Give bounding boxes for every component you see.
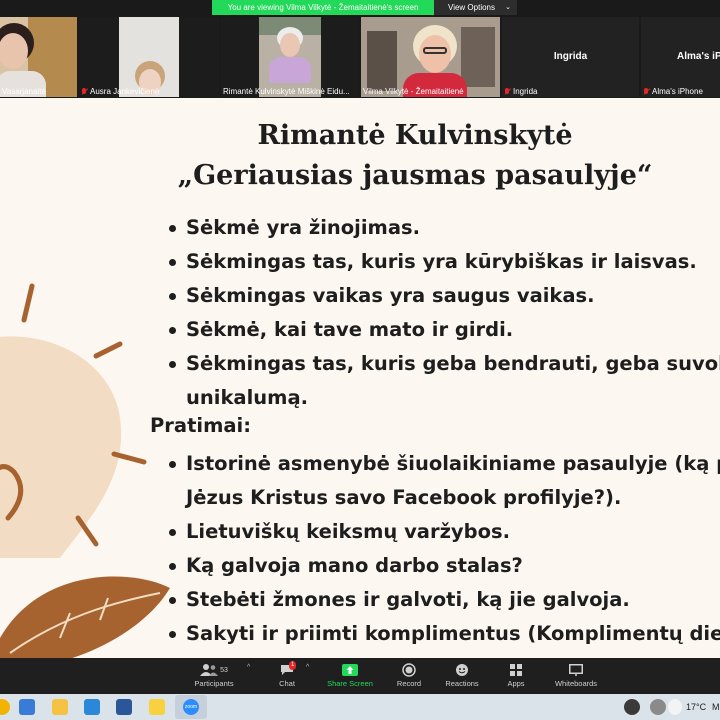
list-item: Sėkmingas tas, kuris yra kūrybiškas ir l… (168, 245, 720, 279)
mic-muted-icon (643, 87, 649, 96)
chat-unread-badge: 1 (289, 661, 297, 670)
view-options-button[interactable]: View Options ⌄ (434, 0, 517, 15)
list-item: Sakyti ir priimti komplimentus (Komplime… (168, 617, 720, 651)
participant-tile-no-video[interactable]: Alma's iPhone Alma's iPhone (641, 17, 720, 97)
whiteboards-label: Whiteboards (554, 679, 598, 688)
participants-button[interactable]: 53 Participants (182, 661, 246, 688)
chevron-down-icon: ⌄ (505, 4, 511, 11)
slide-title-line2: „Geriausias jausmas pasaulyje“ (177, 160, 653, 191)
chat-caret-icon[interactable]: ^ (306, 664, 309, 671)
participant-name-label: Ingrida (504, 87, 537, 96)
background-clothes-rack (367, 31, 397, 91)
section-heading: Pratimai: (150, 414, 252, 437)
apps-icon (484, 661, 548, 679)
share-screen-button[interactable]: Share Screen (318, 661, 382, 688)
share-screen-label: Share Screen (327, 679, 373, 688)
slide-title-line1: Rimantė Kulvinskytė (257, 120, 573, 151)
participant-tile-no-video[interactable]: Ingrida Ingrida (502, 17, 639, 97)
participant-name-center: Ingrida (553, 51, 588, 62)
participant-shirt (269, 57, 311, 83)
list-item: Sėkmė, kai tave mato ir girdi. (168, 313, 720, 347)
participant-face (419, 35, 451, 73)
participant-tile-active-speaker[interactable]: Vilma Vilkytė - Žemaitaitienė (361, 17, 500, 97)
chat-label: Chat (279, 679, 295, 688)
list-item: Sėkmingas tas, kuris geba bendrauti, geb… (168, 347, 720, 381)
view-options-label: View Options (448, 3, 495, 12)
chat-icon (255, 661, 319, 679)
mail-icon[interactable] (84, 699, 100, 715)
screen-share-banner: You are viewing Vilma Vilkytė - Žemaitai… (212, 0, 517, 15)
weather-icon (668, 699, 682, 715)
apps-label: Apps (507, 679, 525, 688)
list-item: Stebėti žmones ir galvoti, ką jie galvoj… (168, 583, 720, 617)
store-icon[interactable] (19, 699, 35, 715)
participant-name-center: Alma's iPhone (677, 51, 720, 62)
weather-suffix: M (712, 702, 720, 712)
file-explorer-icon[interactable] (52, 699, 68, 715)
leaf-shape (0, 576, 170, 658)
share-screen-icon (318, 661, 382, 679)
light-ray (93, 341, 123, 359)
windows-taskbar: zoom 17°C M (0, 694, 720, 720)
participants-caret-icon[interactable]: ^ (247, 664, 250, 671)
glasses (423, 47, 447, 54)
apps-button[interactable]: Apps (484, 661, 548, 688)
taskbar-app-icon[interactable] (0, 699, 10, 715)
word-icon[interactable] (116, 699, 132, 715)
background-clothes-rack (461, 27, 495, 87)
sticky-notes-icon[interactable] (149, 699, 165, 715)
light-ray (21, 283, 35, 323)
participant-face (280, 33, 300, 57)
lightbulb-shape (0, 336, 122, 558)
bullet-list-bottom: Istorinė asmenybė šiuolaikiniame pasauly… (168, 447, 720, 651)
participant-video-strip: Vasarjanaitė Ausra Jankevičienė Rimantė … (0, 15, 720, 98)
list-item-continuation: unikalumą. (186, 386, 309, 409)
help-icon[interactable] (624, 699, 640, 715)
weather-temperature[interactable]: 17°C (686, 694, 706, 720)
participant-tile[interactable]: Vasarjanaitė (0, 17, 77, 97)
participant-name-label: Vilma Vilkytė - Žemaitaitienė (363, 87, 464, 96)
list-item: Istorinė asmenybė šiuolaikiniame pasauly… (168, 447, 720, 481)
participants-icon: 53 (182, 661, 246, 679)
list-item: Sėkmingas vaikas yra saugus vaikas. (168, 279, 720, 313)
participants-label: Participants (194, 679, 234, 688)
participants-count: 53 (220, 666, 228, 674)
share-banner-message: You are viewing Vilma Vilkytė - Žemaitai… (212, 0, 434, 15)
participant-name-label: Rimantė Kulvinskytė Miškinė Eidu... (223, 87, 350, 96)
list-item: Sėkmė yra žinojimas. (168, 211, 720, 245)
list-item: Lietuviškų keiksmų varžybos. (168, 515, 720, 549)
whiteboard-icon (544, 661, 608, 679)
zoom-icon[interactable]: zoom (183, 699, 199, 715)
list-item: Ką galvoja mano darbo stalas? (168, 549, 720, 583)
shared-presentation-slide: Rimantė Kulvinskytė „Geriausias jausmas … (0, 98, 720, 658)
list-item-continuation: Jėzus Kristus savo Facebook profilyje?). (186, 486, 622, 509)
mic-muted-icon (504, 87, 510, 96)
participant-face (0, 33, 28, 69)
whiteboards-button[interactable]: Whiteboards (544, 661, 608, 688)
bullet-list-top: Sėkmė yra žinojimas. Sėkmingas tas, kuri… (168, 211, 720, 415)
participant-tile[interactable]: Ausra Jankevičienė (79, 17, 219, 97)
participant-name-label: Ausra Jankevičienė (81, 87, 159, 96)
system-tray-icon[interactable] (650, 699, 666, 715)
chat-button[interactable]: Chat (255, 661, 319, 688)
participant-name-label: Alma's iPhone (643, 87, 703, 96)
meeting-toolbar: 53 Participants ^ Chat 1 ^ Share Screen … (0, 658, 720, 694)
slide-title: Rimantė Kulvinskytė „Geriausias jausmas … (0, 116, 720, 196)
mic-muted-icon (81, 87, 87, 96)
participant-name-label: Vasarjanaitė (2, 87, 46, 96)
participant-tile[interactable]: Rimantė Kulvinskytė Miškinė Eidu... (221, 17, 359, 97)
zoom-meeting-window: You are viewing Vilma Vilkytė - Žemaitai… (0, 0, 720, 720)
